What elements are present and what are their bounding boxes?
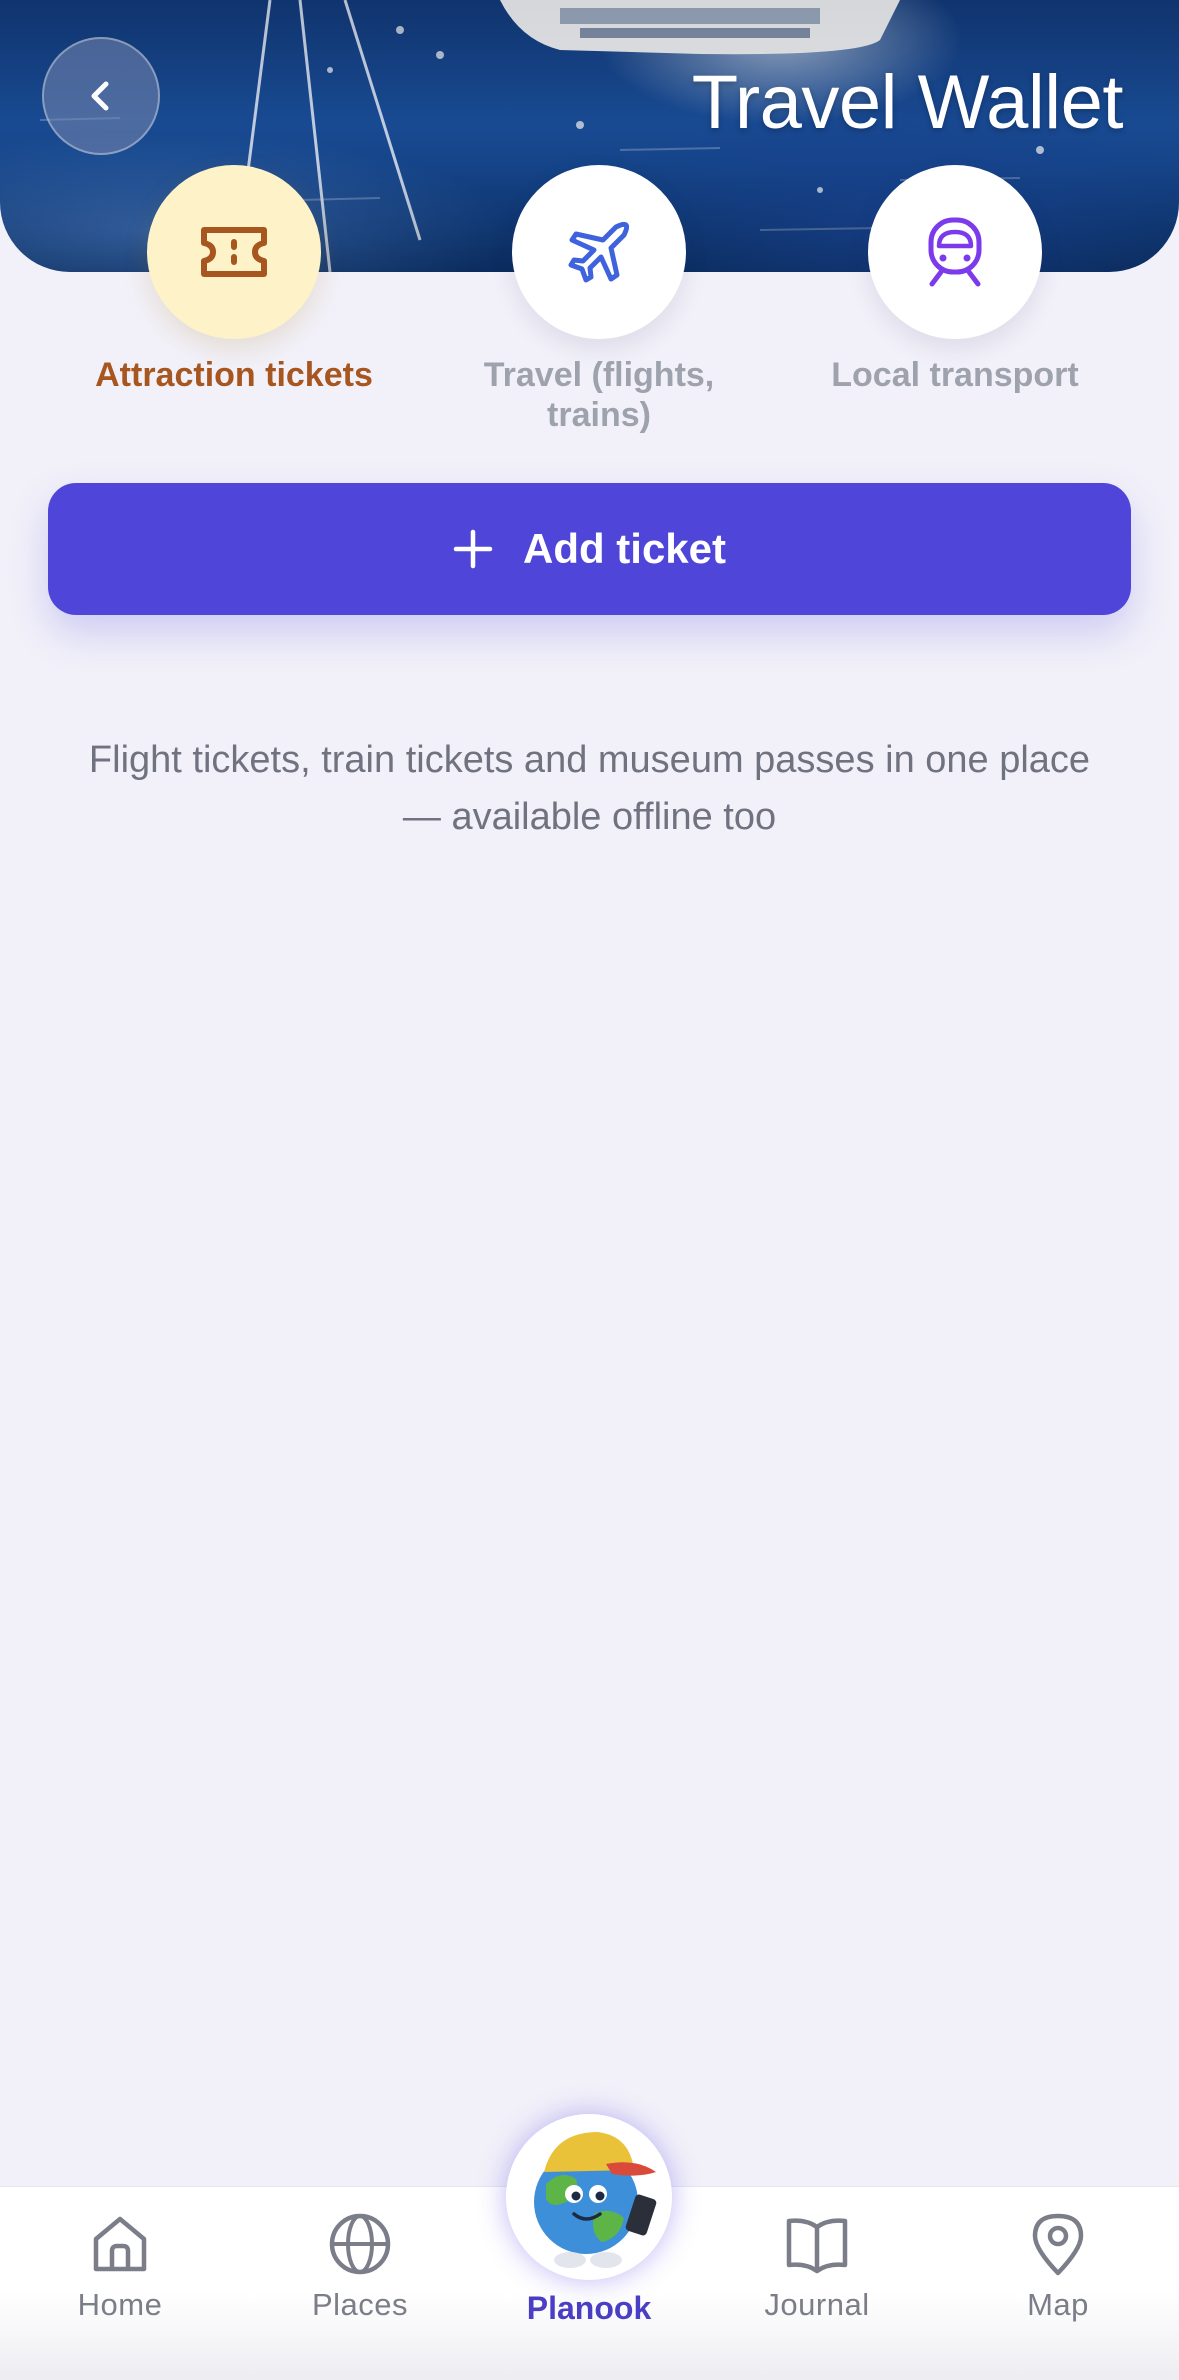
map-pin-icon: [1032, 2213, 1084, 2276]
nav-home[interactable]: Home: [20, 2211, 220, 2323]
nav-label: Planook: [526, 2290, 652, 2326]
tab-local-transport[interactable]: Local transport: [805, 165, 1105, 395]
add-ticket-label: Add ticket: [522, 525, 727, 572]
plus-icon: [453, 529, 493, 569]
nav-planook[interactable]: Planook: [489, 2114, 689, 2327]
book-icon: [786, 2218, 848, 2274]
nav-label: Map: [1027, 2287, 1089, 2322]
globe-icon: [329, 2213, 391, 2275]
ticket-icon: [201, 227, 267, 277]
tab-label: Travel (flights, trains): [483, 356, 715, 434]
chevron-left-icon: [91, 81, 109, 111]
tab-travel-flights-trains[interactable]: Travel (flights, trains): [449, 165, 749, 435]
tab-label: Attraction tickets: [95, 356, 373, 394]
home-icon: [93, 2216, 147, 2272]
airplane-icon: [568, 221, 630, 283]
train-icon: [928, 217, 982, 287]
nav-label: Places: [311, 2287, 409, 2322]
nav-map[interactable]: Map: [958, 2211, 1158, 2323]
tab-attraction-tickets[interactable]: Attraction tickets: [84, 165, 384, 395]
empty-state-message: Flight tickets, train tickets and museum…: [88, 739, 1091, 838]
tab-label: Local transport: [831, 356, 1079, 394]
nav-journal[interactable]: Journal: [717, 2211, 917, 2323]
nav-label: Home: [77, 2287, 163, 2322]
nav-places[interactable]: Places: [260, 2211, 460, 2323]
back-button[interactable]: [42, 37, 160, 155]
planook-mascot-icon: [506, 2114, 672, 2280]
add-ticket-button[interactable]: Add ticket: [48, 483, 1131, 615]
page-title: Travel Wallet: [691, 60, 1124, 145]
nav-label: Journal: [764, 2287, 870, 2322]
planook-mascot-avatar: [506, 2114, 672, 2280]
